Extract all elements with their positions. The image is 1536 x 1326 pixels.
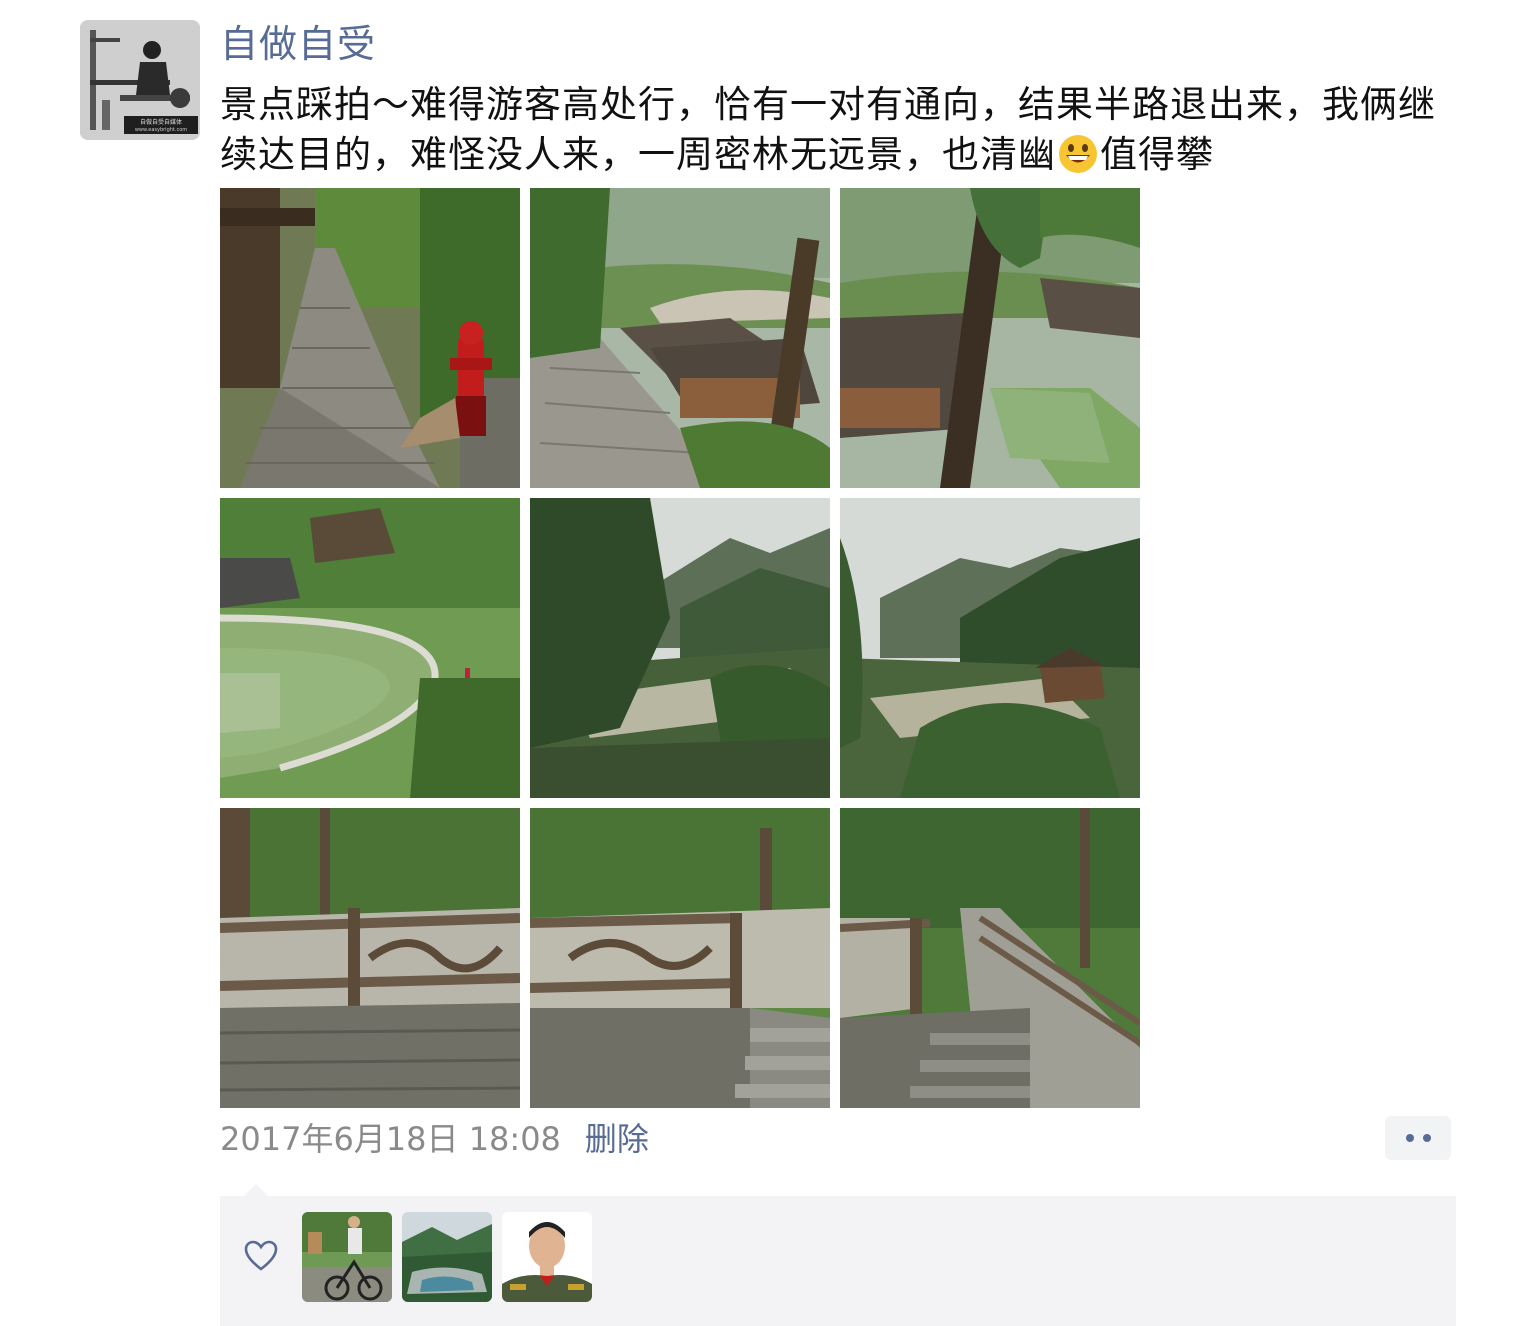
author-avatar[interactable]: 自做自受自媒体 www.easybright.com (80, 20, 200, 140)
author-name[interactable]: 自做自受 (220, 18, 376, 70)
more-actions-button[interactable] (1385, 1116, 1451, 1160)
grinning-face-emoji-icon (1059, 135, 1097, 173)
post-text-part1: 景点踩拍～难得游客高处行，恰有一对有通向，结果半路退出来，我俩继续达目的，难怪没… (220, 83, 1436, 176)
photo-fence-path[interactable] (840, 808, 1140, 1108)
photo-mountain-village[interactable] (840, 498, 1140, 798)
post-meta: 2017年6月18日 18:08 删除 (220, 1114, 649, 1160)
delete-button[interactable]: 删除 (585, 1114, 649, 1160)
avatar-caption: 自做自受自媒体 (140, 118, 182, 126)
photo-tree-village-rice[interactable] (840, 188, 1140, 488)
heart-outline-icon (244, 1240, 278, 1271)
more-dots-icon (1405, 1134, 1414, 1142)
photo-terrace-curve[interactable] (220, 498, 520, 798)
photo-stone-path-hydrant[interactable] (220, 188, 520, 488)
photo-mountain-valley[interactable] (530, 498, 830, 798)
liker-avatar-officer[interactable] (502, 1212, 592, 1302)
more-dots-icon (1422, 1134, 1431, 1142)
post-text: 景点踩拍～难得游客高处行，恰有一对有通向，结果半路退出来，我俩继续达目的，难怪没… (220, 80, 1460, 180)
liker-avatar-river-valley[interactable] (402, 1212, 492, 1302)
post-timestamp: 2017年6月18日 18:08 (220, 1120, 561, 1158)
photo-village-overlook[interactable] (530, 188, 830, 488)
photo-fence-steps[interactable] (530, 808, 830, 1108)
photo-grid (220, 188, 1140, 1108)
liker-avatar-cyclist[interactable] (302, 1212, 392, 1302)
avatar-url: www.easybright.com (135, 127, 187, 133)
likes-arrow (244, 1184, 268, 1196)
post-text-part2: 值得攀 (1100, 133, 1214, 176)
likes-section (220, 1184, 1456, 1326)
photo-fence-forest[interactable] (220, 808, 520, 1108)
